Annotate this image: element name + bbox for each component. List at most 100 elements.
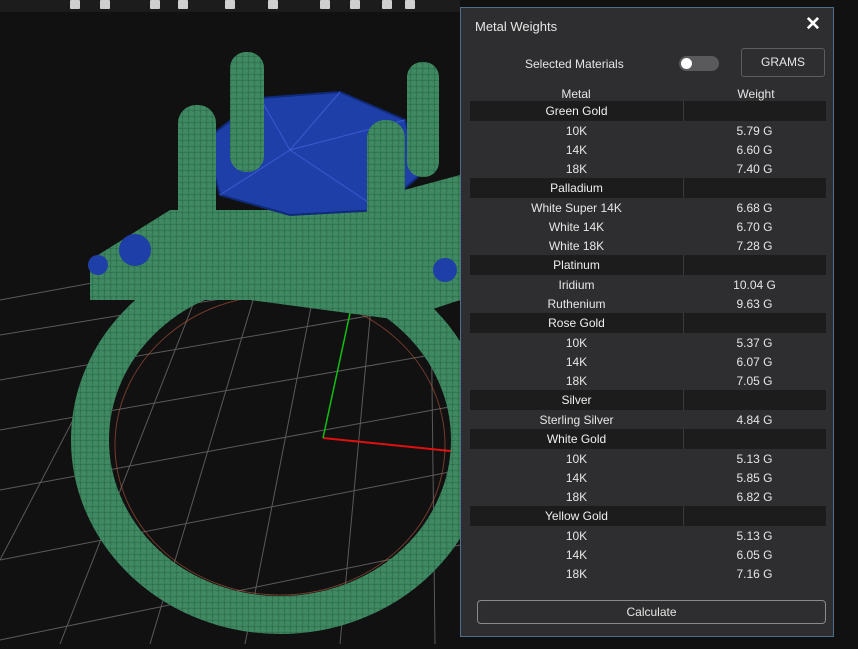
close-icon[interactable]: ✕ (803, 15, 823, 35)
metal-alloy-name: 10K (565, 336, 588, 350)
table-row: 18K 7.16 G (470, 564, 826, 583)
table-row: 18K 7.40 G (470, 159, 826, 178)
metal-group-header: Green Gold (470, 101, 826, 121)
metal-weight-value: 5.37 G (736, 336, 773, 350)
metal-alloy-name: White 14K (548, 220, 605, 234)
metal-alloy-name: White Super 14K (531, 201, 622, 215)
metal-group-header: Silver (470, 390, 826, 410)
metal-weight-value: 6.07 G (736, 355, 773, 369)
metal-group-name: Yellow Gold (545, 509, 608, 523)
column-divider (683, 255, 684, 275)
table-row: 10K 5.13 G (470, 449, 826, 468)
ring-band (71, 246, 489, 634)
selected-materials-toggle[interactable] (679, 56, 719, 71)
metal-weight-value: 6.05 G (736, 548, 773, 562)
side-gem (119, 234, 151, 266)
metal-group-name: Green Gold (545, 104, 608, 118)
metal-weight-value: 9.63 G (736, 297, 773, 311)
toolbar-icon[interactable] (382, 0, 392, 9)
table-row: Ruthenium 9.63 G (470, 294, 826, 313)
toolbar-icon[interactable] (70, 0, 80, 9)
calculate-button[interactable]: Calculate (477, 600, 826, 624)
metal-weight-value: 7.28 G (736, 239, 773, 253)
table-row: 18K 7.05 G (470, 371, 826, 390)
toolbar-icon[interactable] (268, 0, 278, 9)
toolbar-icon[interactable] (178, 0, 188, 9)
table-row: 14K 6.07 G (470, 352, 826, 371)
metal-group-header: Yellow Gold (470, 506, 826, 526)
metal-alloy-name: Iridium (558, 278, 595, 292)
table-row: Iridium 10.04 G (470, 275, 826, 294)
metal-alloy-name: 10K (565, 529, 588, 543)
metal-weight-value: 7.16 G (736, 567, 773, 581)
panel-title: Metal Weights (475, 19, 558, 34)
metal-group-header: Rose Gold (470, 313, 826, 333)
column-divider (683, 390, 684, 410)
metal-group-header: Platinum (470, 255, 826, 275)
metal-alloy-name: 18K (565, 162, 588, 176)
metal-group-header: White Gold (470, 429, 826, 449)
metal-weight-value: 6.82 G (736, 490, 773, 504)
table-row: 10K 5.37 G (470, 333, 826, 352)
metal-weight-value: 5.13 G (736, 452, 773, 466)
metal-weight-value: 7.05 G (736, 374, 773, 388)
metal-alloy-name: 14K (565, 355, 588, 369)
metal-alloy-name: 10K (565, 124, 588, 138)
metal-weight-value: 6.68 G (736, 201, 773, 215)
metal-alloy-name: 14K (565, 143, 588, 157)
table-row: 10K 5.13 G (470, 526, 826, 545)
column-divider (683, 429, 684, 449)
selected-materials-label: Selected Materials (525, 57, 624, 71)
table-row: White 14K 6.70 G (470, 217, 826, 236)
metal-alloy-name: 18K (565, 490, 588, 504)
toolbar-icon[interactable] (350, 0, 360, 9)
table-row: 10K 5.79 G (470, 121, 826, 140)
table-row: Sterling Silver 4.84 G (470, 410, 826, 429)
metal-weight-value: 5.13 G (736, 529, 773, 543)
metal-group-name: Palladium (550, 181, 603, 195)
metal-weight-value: 4.84 G (736, 413, 773, 427)
column-header-weight: Weight (737, 87, 775, 101)
column-divider (683, 101, 684, 121)
table-row: 14K 6.60 G (470, 140, 826, 159)
x-axis-line (322, 437, 461, 453)
metal-alloy-name: 10K (565, 452, 588, 466)
toggle-knob (681, 58, 692, 69)
metal-weight-value: 5.85 G (736, 471, 773, 485)
metal-alloy-name: White 18K (548, 239, 605, 253)
column-divider (683, 313, 684, 333)
metal-group-name: Rose Gold (548, 316, 605, 330)
metal-group-name: Platinum (553, 258, 600, 272)
metal-group-header: Palladium (470, 178, 826, 198)
units-button[interactable]: GRAMS (741, 48, 825, 77)
metal-weight-value: 6.60 G (736, 143, 773, 157)
toolbar-icon[interactable] (100, 0, 110, 9)
table-row: 18K 6.82 G (470, 487, 826, 506)
column-header-metal: Metal (561, 87, 591, 101)
table-row: White 18K 7.28 G (470, 236, 826, 255)
toolbar-icon[interactable] (150, 0, 160, 9)
metal-group-name: Silver (561, 393, 592, 407)
metal-weight-value: 6.70 G (736, 220, 773, 234)
metal-alloy-name: Sterling Silver (539, 413, 614, 427)
metal-alloy-name: 18K (565, 567, 588, 581)
column-divider (683, 178, 684, 198)
metal-weight-value: 7.40 G (736, 162, 773, 176)
metal-alloy-name: 14K (565, 548, 588, 562)
table-row: 14K 6.05 G (470, 545, 826, 564)
toolbar-icon[interactable] (225, 0, 235, 9)
toolbar-icon[interactable] (405, 0, 415, 9)
metal-alloy-name: 14K (565, 471, 588, 485)
table-row: 14K 5.85 G (470, 468, 826, 487)
metal-alloy-name: Ruthenium (547, 297, 606, 311)
weights-table: Green Gold 10K 5.79 G 14K 6.60 G 18K 7.40 G Pal… (470, 101, 826, 583)
toolbar (0, 0, 460, 12)
metal-weight-value: 5.79 G (736, 124, 773, 138)
toolbar-icon[interactable] (320, 0, 330, 9)
metal-group-name: White Gold (546, 432, 607, 446)
table-row: White Super 14K 6.68 G (470, 198, 826, 217)
column-divider (683, 506, 684, 526)
metal-alloy-name: 18K (565, 374, 588, 388)
metal-weight-value: 10.04 G (733, 278, 776, 292)
metal-weights-panel: Metal Weights ✕ Selected Materials GRAMS… (460, 7, 834, 637)
